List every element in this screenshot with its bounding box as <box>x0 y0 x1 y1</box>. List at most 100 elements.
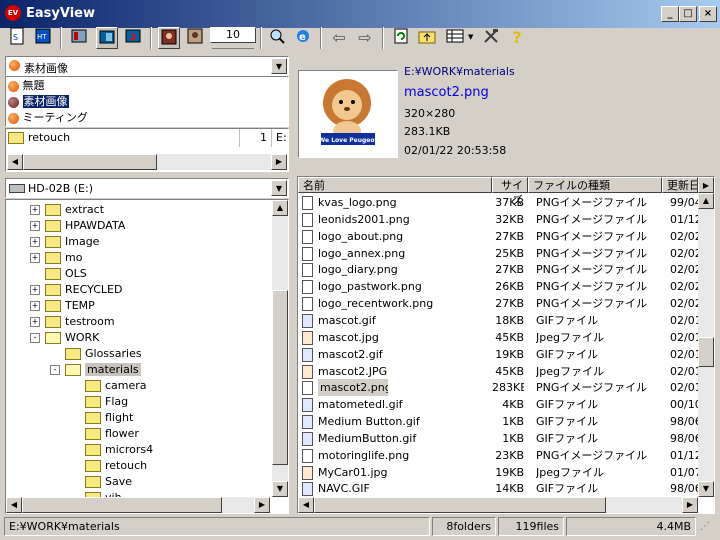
column-header-size[interactable]: サイズ <box>492 177 528 207</box>
table-row[interactable]: mascot.jpg 45KB Jpegファイル 02/01 <box>298 329 698 346</box>
scroll-thumb[interactable] <box>22 497 222 513</box>
tree-item[interactable]: Flag <box>70 394 128 410</box>
scroll-up-icon[interactable]: ▲ <box>272 200 288 216</box>
column-header-type[interactable]: ファイルの種類 <box>528 177 662 193</box>
tree-item[interactable]: + RECYCLED <box>30 282 122 298</box>
expand-icon[interactable]: + <box>30 301 40 311</box>
drive-combo[interactable]: HD-02B (E:) ▼ <box>5 178 289 198</box>
collapse-icon[interactable]: - <box>50 365 60 375</box>
tree-item[interactable]: OLS <box>30 266 87 282</box>
zoom-slider[interactable] <box>212 43 254 49</box>
scroll-right-icon[interactable]: ▶ <box>682 497 698 513</box>
table-row[interactable]: logo_annex.png 25KB PNGイメージファイル 02/02 <box>298 245 698 262</box>
table-row[interactable]: matometedl.gif 4KB GIFファイル 00/10 <box>298 396 698 413</box>
vertical-scrollbar[interactable]: ▲ ▼ <box>272 200 288 497</box>
tree-item[interactable]: + HPAWDATA <box>30 218 125 234</box>
horizontal-scrollbar[interactable]: ◀ ▶ <box>298 497 698 513</box>
expand-icon[interactable]: + <box>30 253 40 263</box>
scroll-right-icon[interactable]: ▶ <box>271 154 287 170</box>
scroll-down-icon[interactable]: ▼ <box>698 481 714 497</box>
table-row[interactable]: motoringlife.png 23KB PNGイメージファイル 01/12 <box>298 447 698 464</box>
html-icon[interactable]: HT <box>32 27 54 49</box>
scroll-thumb[interactable] <box>698 337 714 367</box>
maximize-button[interactable]: □ <box>679 6 697 22</box>
chevron-down-icon[interactable]: ▼ <box>271 58 287 74</box>
list-item[interactable]: retouch <box>8 130 238 146</box>
scroll-thumb[interactable] <box>23 154 157 170</box>
tools-icon[interactable] <box>480 27 502 49</box>
table-row[interactable]: logo_recentwork.png 27KB PNGイメージファイル 02/02 <box>298 295 698 312</box>
table-row[interactable]: MediumButton.gif 1KB GIFファイル 98/06 <box>298 430 698 447</box>
category-item-selected[interactable]: 素材画像 <box>8 94 69 110</box>
resize-grip-icon[interactable]: ⋰ <box>700 521 714 535</box>
image-view-icon[interactable] <box>158 27 180 49</box>
tree-item[interactable]: - materials <box>50 362 141 378</box>
title-bar[interactable] <box>0 0 720 28</box>
help-icon[interactable]: ? <box>506 27 528 49</box>
table-row[interactable]: kvas_logo.png 37KB PNGイメージファイル 99/04 <box>298 194 698 211</box>
tree-item[interactable]: + testroom <box>30 314 115 330</box>
view-mode-icon[interactable] <box>444 27 466 49</box>
scroll-left-icon[interactable]: ◀ <box>7 154 23 170</box>
horizontal-scrollbar[interactable]: ◀ ▶ <box>7 154 287 170</box>
expand-icon[interactable]: + <box>30 285 40 295</box>
horizontal-scrollbar[interactable]: ◀ ▶ <box>6 497 270 513</box>
scroll-thumb[interactable] <box>272 290 288 465</box>
expand-icon[interactable]: + <box>30 205 40 215</box>
category-item[interactable]: 無題 <box>8 78 45 94</box>
table-row[interactable]: leonids2001.png 32KB PNGイメージファイル 01/12 <box>298 211 698 228</box>
app-icon[interactable]: EV <box>5 5 21 21</box>
two-view-icon[interactable]: 2 <box>122 27 144 49</box>
tree-item[interactable]: - WORK <box>30 330 99 346</box>
expand-icon[interactable]: + <box>30 221 40 231</box>
tree-item[interactable]: + mo <box>30 250 82 266</box>
table-row[interactable]: Medium Button.gif 1KB GIFファイル 98/06 <box>298 413 698 430</box>
table-row[interactable]: mascot2.png 283KB PNGイメージファイル 02/01 <box>298 379 698 397</box>
tree-item[interactable]: Glossaries <box>50 346 142 362</box>
collapse-icon[interactable]: - <box>30 333 40 343</box>
scroll-down-icon[interactable]: ▼ <box>272 481 288 497</box>
table-row[interactable]: logo_diary.png 27KB PNGイメージファイル 02/02 <box>298 261 698 278</box>
browser-icon[interactable]: e <box>292 27 314 49</box>
forward-arrow-icon[interactable]: ⇨ <box>354 27 376 49</box>
column-header-date[interactable]: 更新日 <box>662 177 698 193</box>
search-icon[interactable] <box>266 27 288 49</box>
refresh-icon[interactable] <box>390 27 412 49</box>
preview-thumbnail[interactable]: We Love Peugeot <box>298 70 398 158</box>
category-item[interactable]: ミーティング <box>8 110 88 126</box>
folder-up-icon[interactable] <box>416 27 438 49</box>
scroll-up-icon[interactable]: ▲ <box>698 193 714 209</box>
scroll-thumb[interactable] <box>314 497 606 513</box>
tree-item[interactable]: flower <box>70 426 139 442</box>
table-row[interactable]: logo_about.png 27KB PNGイメージファイル 02/02 <box>298 228 698 245</box>
table-row[interactable]: mascot2.gif 19KB GIFファイル 02/01 <box>298 346 698 363</box>
chevron-right-icon[interactable]: ▶ <box>698 177 714 193</box>
scroll-left-icon[interactable]: ◀ <box>298 497 314 513</box>
chevron-down-icon[interactable]: ▼ <box>271 180 287 196</box>
single-pane-icon[interactable] <box>68 27 90 49</box>
tree-item[interactable]: micrors4 <box>70 442 153 458</box>
scroll-right-icon[interactable]: ▶ <box>254 497 270 513</box>
vertical-scrollbar[interactable]: ▲ ▼ <box>698 193 714 497</box>
tree-item[interactable]: Save <box>70 474 132 490</box>
expand-icon[interactable]: + <box>30 317 40 327</box>
tree-item[interactable]: retouch <box>70 458 147 474</box>
scroll-left-icon[interactable]: ◀ <box>6 497 22 513</box>
table-row[interactable]: NAVC.GIF 14KB GIFファイル 98/06 <box>298 480 698 497</box>
tree-item[interactable]: + extract <box>30 202 104 218</box>
expand-icon[interactable]: + <box>30 237 40 247</box>
tree-item[interactable]: flight <box>70 410 133 426</box>
category-combo[interactable]: 素材画像 ▼ <box>5 56 289 76</box>
table-row[interactable]: mascot2.JPG 45KB Jpegファイル 02/01 <box>298 363 698 380</box>
view-dropdown-icon[interactable]: ▼ <box>468 33 473 41</box>
tree-item[interactable]: + TEMP <box>30 298 95 314</box>
tree-item[interactable]: camera <box>70 378 147 394</box>
sort-icon[interactable]: S <box>6 27 28 49</box>
table-row[interactable]: logo_pastwork.png 26KB PNGイメージファイル 02/02 <box>298 278 698 295</box>
table-row[interactable]: MyCar01.jpg 19KB Jpegファイル 01/07 <box>298 464 698 481</box>
back-arrow-icon[interactable]: ⇦ <box>328 27 350 49</box>
thumbnail-icon[interactable] <box>184 27 206 49</box>
minimize-button[interactable]: _ <box>661 6 679 22</box>
dual-pane-icon[interactable] <box>96 27 118 49</box>
tree-item[interactable]: + Image <box>30 234 99 250</box>
